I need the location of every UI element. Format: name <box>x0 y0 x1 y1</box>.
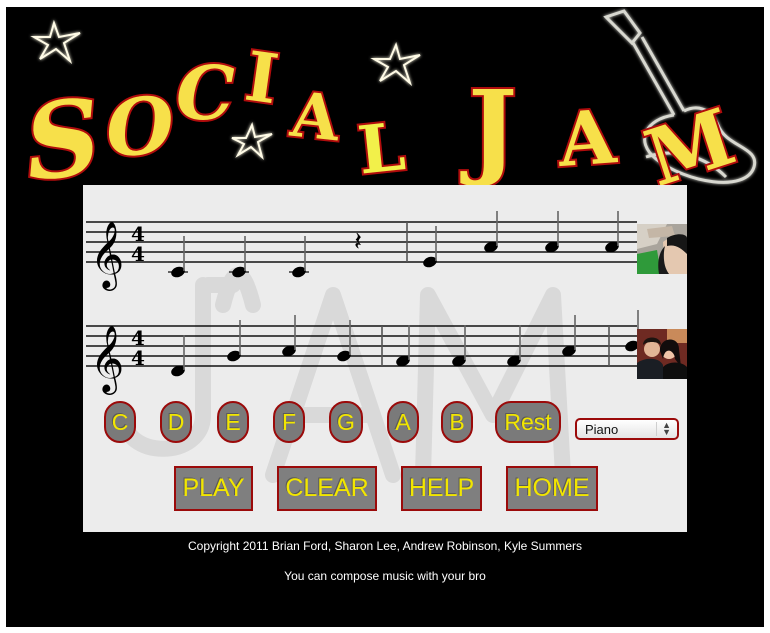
rest-button[interactable]: Rest <box>495 401 561 443</box>
instrument-selected-value: Piano <box>585 421 619 437</box>
page-background: S O C I A L J A M 𝄞 4 4 𝄽 𝄞 4 4 C D E F … <box>6 7 764 627</box>
treble-clef-icon: 𝄞 <box>90 220 124 291</box>
note-button-b[interactable]: B <box>441 401 473 443</box>
time-signature-bottom: 4 <box>131 346 145 370</box>
star-icon <box>370 42 421 87</box>
select-divider <box>656 422 657 436</box>
composer-panel: 𝄞 4 4 𝄽 𝄞 4 4 C D E F G A B Rest Piano ▲… <box>83 185 687 532</box>
note-button-g[interactable]: G <box>329 401 363 443</box>
logo-letter: A <box>554 94 620 184</box>
select-arrows-icon: ▲ ▼ <box>662 420 671 437</box>
logo-letter: A <box>286 78 343 156</box>
note-button-a[interactable]: A <box>387 401 419 443</box>
home-button[interactable]: HOME <box>506 466 598 511</box>
user-avatar-2 <box>637 329 687 379</box>
time-signature-bottom: 4 <box>131 242 145 266</box>
note-button-f[interactable]: F <box>273 401 305 443</box>
copyright-text: Copyright 2011 Brian Ford, Sharon Lee, A… <box>188 539 582 553</box>
instrument-select[interactable]: Piano ▲ ▼ <box>575 418 679 440</box>
logo-letter: M <box>635 92 745 187</box>
logo-letter: L <box>354 107 408 187</box>
clear-button[interactable]: CLEAR <box>277 466 377 511</box>
logo-letter: O <box>103 80 177 176</box>
logo-letter: I <box>240 37 283 121</box>
social-jam-logo: S O C I A L J A M <box>17 9 757 187</box>
help-button[interactable]: HELP <box>401 466 482 511</box>
quarter-rest: 𝄽 <box>354 227 362 257</box>
logo-letter: J <box>460 67 517 187</box>
play-button[interactable]: PLAY <box>174 466 253 511</box>
star-icon <box>231 122 273 161</box>
note-button-e[interactable]: E <box>217 401 249 443</box>
treble-clef-icon: 𝄞 <box>90 324 124 395</box>
logo-letter: C <box>176 51 235 137</box>
note-button-c[interactable]: C <box>104 401 136 443</box>
tagline-text: You can compose music with your bro <box>284 569 486 583</box>
user-avatar-1 <box>637 224 687 274</box>
star-icon <box>30 19 81 65</box>
note-button-d[interactable]: D <box>160 401 192 443</box>
logo-letter: S <box>19 75 107 187</box>
